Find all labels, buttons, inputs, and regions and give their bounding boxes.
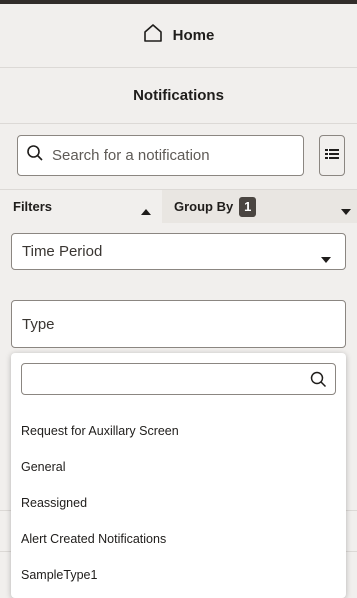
search-input[interactable] xyxy=(50,146,294,165)
chevron-down-icon xyxy=(321,250,331,267)
filters-tab[interactable]: Filters xyxy=(0,190,161,223)
background-divider xyxy=(346,510,357,552)
type-option[interactable]: Reassigned xyxy=(21,493,87,513)
search-field[interactable] xyxy=(17,135,304,176)
list-view-button[interactable] xyxy=(319,135,345,176)
group-by-label: Group By xyxy=(174,199,234,214)
type-search-field[interactable] xyxy=(21,363,336,395)
type-option[interactable]: SampleType1 xyxy=(21,565,97,585)
search-icon xyxy=(26,144,44,167)
type-option[interactable]: General xyxy=(21,457,65,477)
page-title: Notifications xyxy=(0,68,357,124)
group-by-count-badge: 1 xyxy=(239,196,257,217)
type-label: Type xyxy=(22,315,55,333)
type-select[interactable]: Type xyxy=(11,300,346,348)
filters-label: Filters xyxy=(13,199,53,214)
group-by-tab[interactable]: Group By 1 xyxy=(162,190,357,223)
time-period-label: Time Period xyxy=(22,243,103,260)
background-divider xyxy=(0,510,11,552)
type-dropdown-panel: Request for Auxillary Screen General Rea… xyxy=(11,353,346,598)
home-icon xyxy=(143,23,163,48)
chevron-down-icon xyxy=(341,203,351,218)
search-icon xyxy=(310,371,327,393)
home-label: Home xyxy=(172,27,215,44)
filter-bar: Filters Group By 1 xyxy=(0,189,357,223)
home-link[interactable]: Home xyxy=(0,4,357,68)
time-period-select[interactable]: Time Period xyxy=(11,233,346,270)
list-icon xyxy=(325,147,339,165)
type-option[interactable]: Request for Auxillary Screen xyxy=(21,421,179,441)
chevron-up-icon xyxy=(141,203,151,218)
type-option[interactable]: Alert Created Notifications xyxy=(21,529,166,549)
